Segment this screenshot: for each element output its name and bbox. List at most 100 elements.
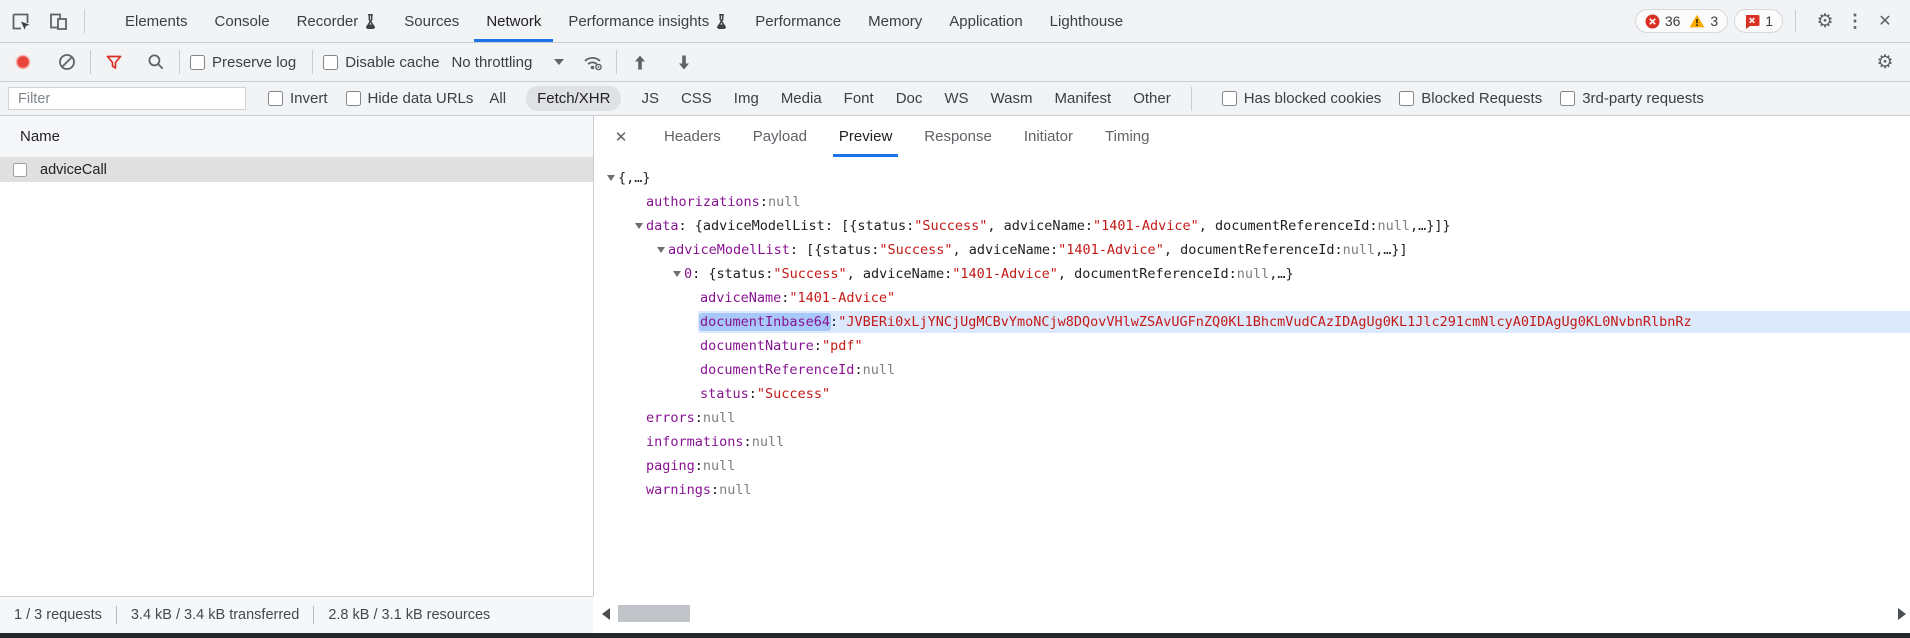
third-party-requests-label: 3rd-party requests — [1582, 90, 1704, 107]
search-icon[interactable] — [143, 49, 169, 75]
panel-splitter[interactable] — [593, 116, 594, 596]
blocked-requests-checkbox[interactable]: Blocked Requests — [1399, 90, 1542, 107]
checkbox[interactable] — [1560, 91, 1576, 106]
expand-arrow-icon[interactable] — [604, 175, 618, 181]
json-key: informations — [646, 434, 744, 450]
filter-type-doc[interactable]: Doc — [894, 86, 925, 111]
filter-type-other[interactable]: Other — [1131, 86, 1173, 111]
checkbox[interactable] — [1399, 91, 1415, 106]
tree-line[interactable]: {,…} — [594, 166, 1910, 190]
has-blocked-cookies-checkbox[interactable]: Has blocked cookies — [1221, 90, 1382, 107]
throttling-select[interactable]: No throttling — [451, 53, 565, 71]
checkbox[interactable] — [190, 54, 205, 70]
json-string-value: "JVBERi0xLjYNCjUgMCBvYmoNCjw8DQovVHlwZSA… — [838, 314, 1692, 330]
tree-line[interactable]: adviceModelList: [{status: "Success", ad… — [594, 238, 1910, 262]
request-row-advicecall[interactable]: adviceCall — [0, 157, 593, 182]
json-text: : — [711, 482, 720, 498]
json-string-value: "1401-Advice" — [952, 266, 1058, 282]
tree-line[interactable]: status: "Success" — [594, 382, 1910, 406]
tab-recorder[interactable]: Recorder — [297, 0, 378, 42]
has-blocked-cookies-label: Has blocked cookies — [1243, 90, 1382, 107]
clear-network-log-button[interactable] — [54, 49, 80, 75]
filter-type-wasm[interactable]: Wasm — [989, 86, 1035, 111]
filter-type-manifest[interactable]: Manifest — [1053, 86, 1114, 111]
expand-arrow-icon[interactable] — [670, 271, 684, 277]
tab-label: Sources — [404, 12, 460, 30]
issues-badge[interactable]: 1 — [1734, 9, 1783, 33]
tab-performance-insights[interactable]: Performance insights — [568, 0, 728, 42]
scroll-right-arrow-icon[interactable] — [1898, 608, 1906, 620]
tree-line[interactable]: documentInbase64: "JVBERi0xLjYNCjUgMCBvY… — [594, 310, 1910, 334]
detail-tab-headers[interactable]: Headers — [664, 116, 721, 157]
tree-line[interactable]: data: {adviceModelList: [{status: "Succe… — [594, 214, 1910, 238]
network-settings-gear-icon[interactable]: ⚙ — [1870, 48, 1900, 76]
settings-gear-icon[interactable]: ⚙ — [1810, 7, 1840, 35]
detail-tab-initiator[interactable]: Initiator — [1024, 116, 1073, 157]
filter-type-img[interactable]: Img — [732, 86, 761, 111]
filter-funnel-icon[interactable] — [101, 49, 127, 75]
tab-application[interactable]: Application — [949, 0, 1022, 42]
tree-line[interactable]: 0: {status: "Success", adviceName: "1401… — [594, 262, 1910, 286]
filter-type-fetch-xhr[interactable]: Fetch/XHR — [526, 86, 622, 111]
json-null-value: null — [702, 458, 736, 474]
filter-type-css[interactable]: CSS — [679, 86, 714, 111]
tab-memory[interactable]: Memory — [868, 0, 922, 42]
tab-network[interactable]: Network — [474, 0, 554, 42]
json-text: , adviceName: — [987, 218, 1094, 234]
scroll-left-arrow-icon[interactable] — [602, 608, 610, 620]
device-toolbar-icon[interactable] — [46, 9, 70, 33]
tab-label: Lighthouse — [1049, 12, 1124, 30]
throttling-value: No throttling — [451, 53, 533, 71]
tree-line[interactable]: authorizations: null — [594, 190, 1910, 214]
detail-tab-payload[interactable]: Payload — [753, 116, 807, 157]
checkbox[interactable] — [323, 54, 339, 70]
hide-data-urls-checkbox[interactable]: Hide data URLs — [345, 90, 473, 107]
tree-line[interactable]: warnings: null — [594, 478, 1910, 502]
scrollbar-thumb[interactable] — [618, 605, 690, 622]
detail-tab-response[interactable]: Response — [924, 116, 992, 157]
blocked-requests-label: Blocked Requests — [1421, 90, 1543, 107]
invert-checkbox[interactable]: Invert — [268, 90, 328, 107]
tree-line[interactable]: documentReferenceId: null — [594, 358, 1910, 382]
filter-type-all[interactable]: All — [487, 86, 508, 111]
disable-cache-checkbox[interactable]: Disable cache — [323, 54, 439, 71]
checkbox[interactable] — [268, 91, 283, 106]
tree-line[interactable]: informations: null — [594, 430, 1910, 454]
filter-type-js[interactable]: JS — [639, 86, 661, 111]
tab-console[interactable]: Console — [215, 0, 270, 42]
filter-input[interactable] — [8, 87, 246, 110]
close-details-icon[interactable]: ✕ — [610, 128, 632, 146]
filter-type-media[interactable]: Media — [779, 86, 824, 111]
request-checkbox[interactable] — [13, 162, 27, 177]
third-party-requests-checkbox[interactable]: 3rd-party requests — [1560, 90, 1704, 107]
expand-arrow-icon[interactable] — [632, 223, 646, 229]
filter-type-ws[interactable]: WS — [942, 86, 970, 111]
expand-arrow-icon[interactable] — [654, 247, 668, 253]
tab-sources[interactable]: Sources — [404, 0, 459, 42]
json-text: : {adviceModelList: [{status: — [678, 218, 915, 234]
preserve-log-checkbox[interactable]: Preserve log — [190, 54, 296, 71]
import-har-icon[interactable] — [627, 49, 653, 75]
export-har-icon[interactable] — [671, 49, 697, 75]
detail-tab-timing[interactable]: Timing — [1105, 116, 1149, 157]
tab-lighthouse[interactable]: Lighthouse — [1050, 0, 1123, 42]
tree-line[interactable]: documentNature: "pdf" — [594, 334, 1910, 358]
checkbox[interactable] — [345, 91, 361, 106]
tab-performance[interactable]: Performance — [755, 0, 841, 42]
console-status-badge[interactable]: 36 3 — [1634, 9, 1729, 33]
kebab-menu-icon[interactable]: ⋮ — [1840, 7, 1870, 35]
tree-line[interactable]: errors: null — [594, 406, 1910, 430]
tree-line[interactable]: adviceName: "1401-Advice" — [594, 286, 1910, 310]
record-network-log-button[interactable] — [10, 49, 36, 75]
horizontal-scrollbar[interactable] — [594, 597, 1910, 633]
checkbox[interactable] — [1221, 91, 1237, 106]
inspect-element-icon[interactable] — [8, 9, 32, 33]
filter-type-font[interactable]: Font — [842, 86, 876, 111]
detail-tab-preview[interactable]: Preview — [832, 116, 899, 157]
network-conditions-icon[interactable] — [580, 49, 606, 75]
tab-elements[interactable]: Elements — [125, 0, 188, 42]
tree-line[interactable]: paging: null — [594, 454, 1910, 478]
experiment-flask-icon — [364, 13, 377, 29]
close-devtools-icon[interactable]: ✕ — [1870, 7, 1900, 35]
name-column-header[interactable]: Name — [0, 116, 593, 157]
